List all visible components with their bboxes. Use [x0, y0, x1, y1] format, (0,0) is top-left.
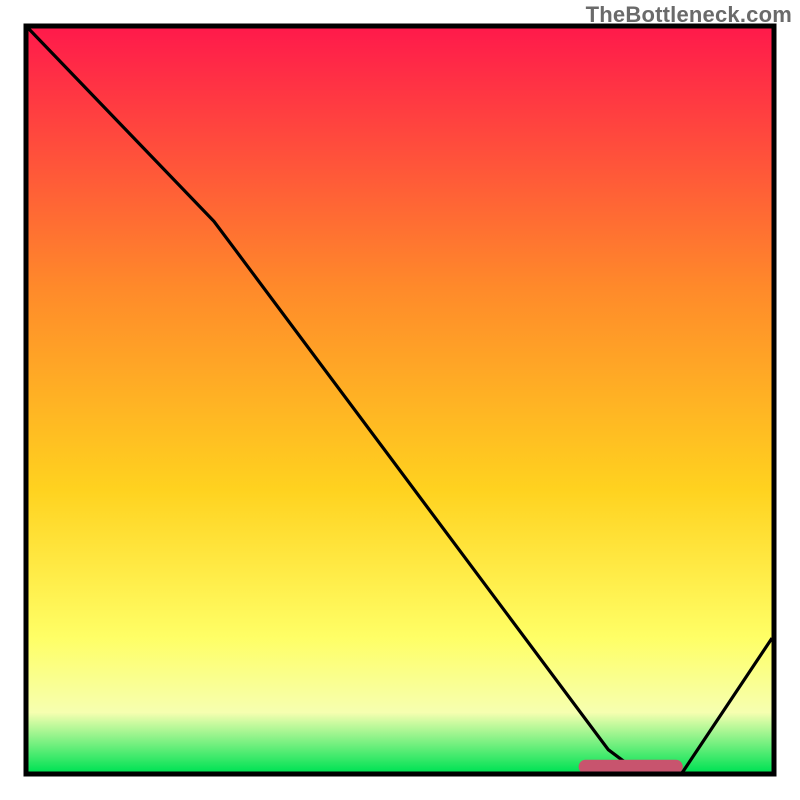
plot-background: [28, 28, 772, 772]
chart-svg: [0, 0, 800, 800]
chart-canvas: TheBottleneck.com: [0, 0, 800, 800]
watermark-text: TheBottleneck.com: [586, 2, 792, 28]
